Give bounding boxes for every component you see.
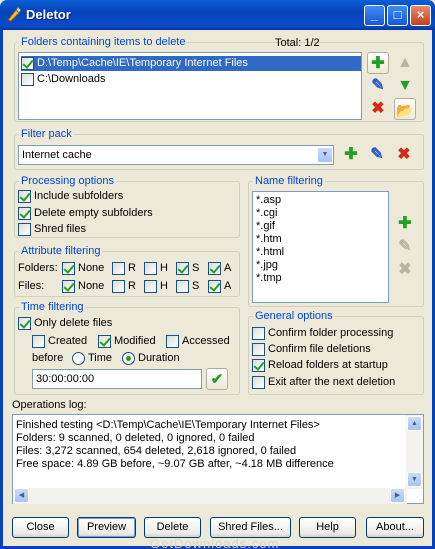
files-h-checkbox[interactable]: H	[144, 279, 168, 293]
scroll-left-icon[interactable]: ◀	[14, 488, 29, 503]
window-title: Deletor	[26, 7, 71, 22]
add-folder-button[interactable]: ✚	[367, 52, 389, 74]
log-line: Folders: 9 scanned, 0 deleted, 0 ignored…	[16, 432, 255, 444]
files-none-checkbox[interactable]: None	[62, 279, 104, 293]
folders-legend: Folders containing items to delete	[19, 36, 188, 48]
files-s-checkbox[interactable]: S	[176, 279, 199, 293]
scroll-up-icon[interactable]: ▲	[407, 416, 422, 431]
shred-files-button[interactable]: Shred Files...	[210, 517, 291, 538]
add-filter-pack-icon[interactable]: ✚	[340, 144, 362, 166]
apply-time-button[interactable]: ✔	[206, 368, 228, 390]
watermark: GetDownloads.com	[150, 536, 280, 549]
created-checkbox[interactable]: Created	[32, 334, 87, 348]
folders-attr-label: Folders:	[18, 262, 58, 274]
log-label: Operations log:	[12, 399, 87, 411]
time-radio[interactable]: Time	[72, 351, 112, 365]
delete-empty-subfolders-checkbox[interactable]: Delete empty subfolders	[18, 206, 153, 220]
help-button[interactable]: Help	[299, 517, 356, 538]
only-delete-files-checkbox[interactable]: Only delete files	[18, 316, 112, 330]
about-button[interactable]: About...	[366, 517, 424, 538]
folders-h-checkbox[interactable]: H	[144, 261, 168, 275]
minimize-button[interactable]: _	[364, 5, 385, 26]
reload-folders-checkbox[interactable]: Reload folders at startup	[252, 358, 388, 372]
name-filtering-legend: Name filtering	[253, 175, 325, 187]
processing-legend: Processing options	[19, 175, 116, 187]
list-item[interactable]: *.asp	[256, 194, 281, 206]
edit-filter-pack-icon[interactable]: ✎	[366, 144, 388, 166]
delete-button[interactable]: Delete	[144, 517, 201, 538]
list-item[interactable]: *.gif	[256, 220, 275, 232]
folders-a-checkbox[interactable]: A	[208, 261, 231, 275]
list-item[interactable]: D:\Temp\Cache\IE\Temporary Internet File…	[21, 56, 361, 71]
list-item[interactable]: C:\Downloads	[21, 72, 105, 86]
duration-radio[interactable]: Duration	[122, 351, 180, 365]
shred-files-checkbox[interactable]: Shred files	[18, 222, 86, 236]
folders-total: Total: 1/2	[275, 37, 320, 49]
folders-list[interactable]: D:\Temp\Cache\IE\Temporary Internet File…	[18, 52, 362, 120]
folders-s-checkbox[interactable]: S	[176, 261, 199, 275]
list-item[interactable]: *.cgi	[256, 207, 277, 219]
duration-value: 30:00:00:00	[36, 373, 95, 385]
scroll-down-icon[interactable]: ▼	[407, 472, 422, 487]
list-item[interactable]: *.html	[256, 246, 284, 258]
list-item[interactable]: *.jpg	[256, 259, 278, 271]
files-r-checkbox[interactable]: R	[112, 279, 136, 293]
list-item[interactable]: *.htm	[256, 233, 282, 245]
confirm-folder-checkbox[interactable]: Confirm folder processing	[252, 326, 393, 340]
scroll-right-icon[interactable]: ▶	[390, 488, 405, 503]
maximize-button[interactable]: □	[387, 5, 408, 26]
time-legend: Time filtering	[19, 301, 86, 313]
folder-checkbox[interactable]	[21, 72, 34, 86]
folders-none-checkbox[interactable]: None	[62, 261, 104, 275]
files-a-checkbox[interactable]: A	[208, 279, 231, 293]
move-up-icon[interactable]: ▲	[394, 52, 416, 74]
folder-path: D:\Temp\Cache\IE\Temporary Internet File…	[37, 57, 248, 69]
name-patterns-list[interactable]: *.asp *.cgi *.gif *.htm *.html *.jpg *.t…	[252, 191, 389, 303]
modified-checkbox[interactable]: Modified	[98, 334, 156, 348]
list-item[interactable]: *.tmp	[256, 272, 282, 284]
filter-pack-value: Internet cache	[22, 149, 92, 161]
general-legend: General options	[253, 310, 335, 322]
move-down-icon[interactable]: ▼	[394, 75, 416, 97]
folders-r-checkbox[interactable]: R	[112, 261, 136, 275]
remove-pattern-icon[interactable]: ✖	[394, 259, 416, 281]
before-label: before	[32, 352, 64, 364]
close-window-button[interactable]: ×	[410, 5, 431, 26]
horizontal-scrollbar[interactable]: ◀ ▶	[13, 488, 407, 504]
remove-folder-icon[interactable]: ✖	[367, 98, 389, 120]
edit-pattern-icon[interactable]: ✎	[394, 236, 416, 258]
vertical-scrollbar[interactable]: ▲ ▼	[406, 415, 423, 489]
folder-checkbox[interactable]	[21, 56, 34, 70]
folder-path: C:\Downloads	[37, 73, 106, 85]
edit-folder-icon[interactable]: ✎	[367, 75, 389, 97]
accessed-checkbox[interactable]: Accessed	[166, 334, 230, 348]
exit-after-checkbox[interactable]: Exit after the next deletion	[252, 375, 395, 389]
chevron-down-icon[interactable]: ▼	[317, 147, 333, 163]
filter-pack-select[interactable]: Internet cache ▼	[18, 145, 334, 165]
attribute-legend: Attribute filtering	[19, 245, 103, 257]
app-icon	[6, 6, 22, 22]
duration-input[interactable]: 30:00:00:00	[32, 369, 202, 389]
log-line: Free space: 4.89 GB before, ~9.07 GB aft…	[16, 458, 334, 470]
include-subfolders-checkbox[interactable]: Include subfolders	[18, 189, 123, 203]
preview-button[interactable]: Preview	[77, 517, 136, 538]
log-line: Files: 3,272 scanned, 654 deleted, 2,618…	[16, 445, 297, 457]
confirm-file-checkbox[interactable]: Confirm file deletions	[252, 342, 371, 356]
filter-pack-legend: Filter pack	[19, 128, 74, 140]
add-pattern-icon[interactable]: ✚	[394, 213, 416, 235]
remove-filter-pack-icon[interactable]: ✖	[393, 144, 415, 166]
operations-log[interactable]: Finished testing <D:\Temp\Cache\IE\Tempo…	[12, 414, 424, 504]
close-button[interactable]: Close	[12, 517, 69, 538]
files-attr-label: Files:	[18, 280, 45, 292]
log-line: Finished testing <D:\Temp\Cache\IE\Tempo…	[16, 419, 320, 431]
browse-folder-icon[interactable]: 📂	[394, 98, 416, 120]
